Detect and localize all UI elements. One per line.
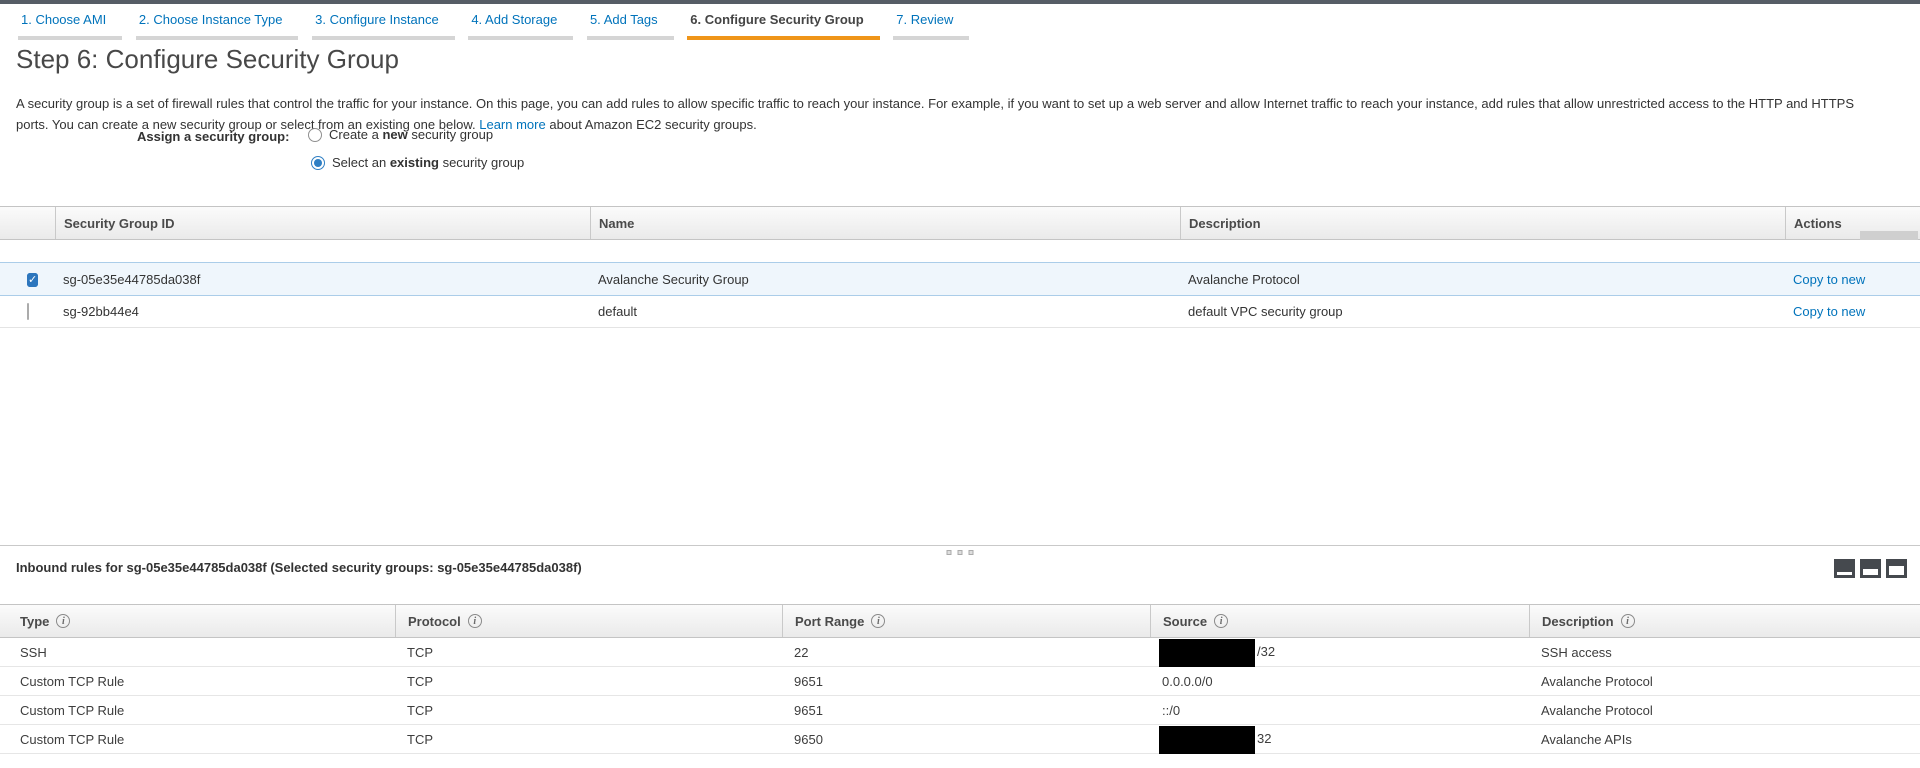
page-description: A security group is a set of firewall ru… (16, 93, 1884, 135)
checkbox-checked[interactable] (27, 273, 38, 287)
rule-description: Avalanche APIs (1529, 732, 1920, 747)
rule-source: ::/0 (1150, 703, 1529, 718)
rule-description: Avalanche Protocol (1529, 703, 1920, 718)
info-icon[interactable] (1621, 614, 1635, 628)
rule-source-suffix: /32 (1257, 644, 1275, 659)
rule-type: Custom TCP Rule (0, 732, 395, 747)
pane-size-medium-icon[interactable] (1860, 559, 1881, 578)
wizard-steps-nav: 1. Choose AMI 2. Choose Instance Type 3.… (18, 12, 979, 40)
description-text-2: about Amazon EC2 security groups. (549, 117, 756, 132)
redacted-ip (1159, 726, 1255, 754)
pane-size-small-icon[interactable] (1834, 559, 1855, 578)
security-group-id: sg-92bb44e4 (55, 304, 590, 319)
column-header-security-group-id: Security Group ID (55, 207, 590, 239)
column-header-source: Source (1163, 614, 1207, 629)
rule-source-suffix: 32 (1257, 731, 1271, 746)
tab-add-storage[interactable]: 4. Add Storage (468, 12, 573, 40)
inbound-rule-row: Custom TCP Rule TCP 9651 0.0.0.0/0 Avala… (0, 667, 1920, 696)
column-header-rule-description: Description (1542, 614, 1614, 629)
scrollbar-corner (1860, 231, 1918, 240)
checkbox-unchecked[interactable] (27, 303, 29, 320)
security-group-description: Avalanche Protocol (1180, 272, 1785, 287)
inbound-rules-table: Type Protocol Port Range Source Descript… (0, 604, 1920, 754)
column-header-type: Type (20, 614, 49, 629)
security-group-name: Avalanche Security Group (590, 272, 1180, 287)
page-title: Step 6: Configure Security Group (16, 44, 399, 75)
inbound-rule-row: SSH TCP 22 /32 SSH access (0, 638, 1920, 667)
row-checkbox-cell (0, 271, 55, 287)
pane-size-large-icon[interactable] (1886, 559, 1907, 578)
rule-protocol: TCP (395, 732, 782, 747)
rule-type: Custom TCP Rule (0, 674, 395, 689)
rule-port-range: 9651 (782, 674, 1150, 689)
rule-source: 32 (1150, 731, 1529, 747)
security-groups-table-header: Security Group ID Name Description Actio… (0, 206, 1920, 240)
checkbox-column-header (0, 207, 55, 239)
tab-review[interactable]: 7. Review (893, 12, 969, 40)
security-group-name: default (590, 304, 1180, 319)
inbound-rule-row: Custom TCP Rule TCP 9650 32 Avalanche AP… (0, 725, 1920, 754)
radio-create-label: Create a new security group (329, 127, 493, 142)
inbound-rule-row: Custom TCP Rule TCP 9651 ::/0 Avalanche … (0, 696, 1920, 725)
rule-port-range: 9650 (782, 732, 1150, 747)
redacted-ip (1159, 639, 1255, 667)
label-part: Select an (332, 155, 390, 170)
column-header-name: Name (590, 207, 1180, 239)
label-part-bold: new (382, 127, 407, 142)
radio-unselected-icon[interactable] (308, 128, 322, 142)
rule-protocol: TCP (395, 703, 782, 718)
assign-security-group-label: Assign a security group: (137, 129, 289, 144)
column-header-protocol: Protocol (408, 614, 461, 629)
copy-to-new-link[interactable]: Copy to new (1793, 272, 1865, 287)
inbound-rules-title: Inbound rules for sg-05e35e44785da038f (… (16, 560, 582, 575)
description-text: A security group is a set of firewall ru… (16, 96, 1854, 132)
info-icon[interactable] (56, 614, 70, 628)
rule-protocol: TCP (395, 674, 782, 689)
column-header-port-range: Port Range (795, 614, 864, 629)
tab-configure-security-group[interactable]: 6. Configure Security Group (687, 12, 879, 40)
security-groups-table: Security Group ID Name Description Actio… (0, 206, 1920, 328)
console-top-border (0, 0, 1920, 4)
rule-port-range: 9651 (782, 703, 1150, 718)
label-part: Create a (329, 127, 382, 142)
inbound-rules-table-header: Type Protocol Port Range Source Descript… (0, 604, 1920, 638)
security-group-id: sg-05e35e44785da038f (55, 272, 590, 287)
pane-size-controls (1834, 559, 1907, 578)
table-row[interactable]: sg-92bb44e4 default default VPC security… (0, 296, 1920, 328)
row-checkbox-cell (0, 304, 55, 319)
radio-select-existing-security-group[interactable]: Select an existing security group (311, 155, 524, 170)
rule-description: SSH access (1529, 645, 1920, 660)
security-groups-table-body: sg-05e35e44785da038f Avalanche Security … (0, 262, 1920, 328)
label-part-bold: existing (390, 155, 439, 170)
rule-protocol: TCP (395, 645, 782, 660)
info-icon[interactable] (871, 614, 885, 628)
copy-to-new-link[interactable]: Copy to new (1793, 304, 1865, 319)
radio-create-new-security-group[interactable]: Create a new security group (308, 127, 493, 142)
table-row[interactable]: sg-05e35e44785da038f Avalanche Security … (0, 262, 1920, 296)
label-part: security group (439, 155, 524, 170)
tab-choose-instance-type[interactable]: 2. Choose Instance Type (136, 12, 299, 40)
label-part: security group (408, 127, 493, 142)
radio-select-label: Select an existing security group (332, 155, 524, 170)
drag-handle-icon[interactable] (947, 550, 974, 555)
rule-source: /32 (1150, 644, 1529, 660)
rule-type: Custom TCP Rule (0, 703, 395, 718)
info-icon[interactable] (468, 614, 482, 628)
info-icon[interactable] (1214, 614, 1228, 628)
tab-configure-instance[interactable]: 3. Configure Instance (312, 12, 455, 40)
security-group-description: default VPC security group (1180, 304, 1785, 319)
radio-selected-icon[interactable] (311, 156, 325, 170)
column-header-description: Description (1180, 207, 1785, 239)
split-pane-divider (0, 545, 1920, 559)
tab-choose-ami[interactable]: 1. Choose AMI (18, 12, 122, 40)
rule-type: SSH (0, 645, 395, 660)
rule-port-range: 22 (782, 645, 1150, 660)
rule-source: 0.0.0.0/0 (1150, 674, 1529, 689)
rule-description: Avalanche Protocol (1529, 674, 1920, 689)
tab-add-tags[interactable]: 5. Add Tags (587, 12, 674, 40)
